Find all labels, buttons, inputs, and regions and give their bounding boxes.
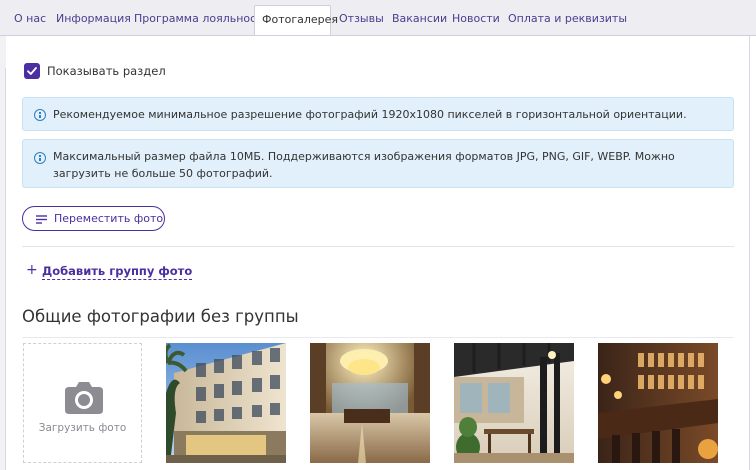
move-photos-label: Переместить фото xyxy=(54,212,164,225)
show-section-label[interactable]: Показывать раздел xyxy=(47,63,166,79)
lobby-chandelier-image xyxy=(310,343,430,463)
info-file-size-text: Максимальный размер файла 10МБ. Поддержи… xyxy=(53,150,675,180)
info-icon xyxy=(34,109,46,121)
tab-photo-gallery[interactable]: Фотогалерея xyxy=(254,5,338,36)
terrace-cafe-image xyxy=(454,343,574,463)
plus-icon: + xyxy=(26,262,38,278)
hotel-facade-image xyxy=(166,343,286,463)
photo-thumbnail[interactable] xyxy=(454,343,574,463)
info-icon xyxy=(34,152,46,164)
tab-bar-border xyxy=(0,35,756,36)
sort-lines-icon xyxy=(36,215,47,224)
bar-interior-image xyxy=(598,343,718,463)
divider xyxy=(22,246,734,247)
section-title: Общие фотографии без группы xyxy=(22,307,299,326)
tab-news[interactable]: Новости xyxy=(446,6,506,32)
right-frame-border xyxy=(749,36,750,470)
info-resolution-notice: Рекомендуемое минимальное разрешение фот… xyxy=(22,97,734,131)
check-icon xyxy=(27,67,37,75)
show-section-checkbox[interactable] xyxy=(24,63,40,79)
section-divider xyxy=(22,337,734,338)
info-file-size-notice: Максимальный размер файла 10МБ. Поддержи… xyxy=(22,139,734,188)
left-frame-border xyxy=(5,68,6,470)
tab-vacancies[interactable]: Вакансии xyxy=(386,6,453,32)
tab-payment-details[interactable]: Оплата и реквизиты xyxy=(502,6,633,32)
upload-photo-tile[interactable]: Загрузить фото xyxy=(23,343,142,463)
photo-thumbnail[interactable] xyxy=(166,343,286,463)
upload-photo-label: Загрузить фото xyxy=(38,422,127,434)
tab-bar: О нас Информация Программа лояльности Фо… xyxy=(0,0,756,36)
tab-about[interactable]: О нас xyxy=(8,6,52,32)
camera-icon xyxy=(65,382,103,414)
photo-thumbnail[interactable] xyxy=(310,343,430,463)
info-resolution-text: Рекомендуемое минимальное разрешение фот… xyxy=(53,108,687,121)
move-photos-button[interactable]: Переместить фото xyxy=(22,206,165,231)
photo-thumbnail[interactable] xyxy=(598,343,718,463)
tab-reviews[interactable]: Отзывы xyxy=(333,6,390,32)
tab-information[interactable]: Информация xyxy=(50,6,137,32)
add-photo-group-label: Добавить группу фото xyxy=(42,264,193,280)
